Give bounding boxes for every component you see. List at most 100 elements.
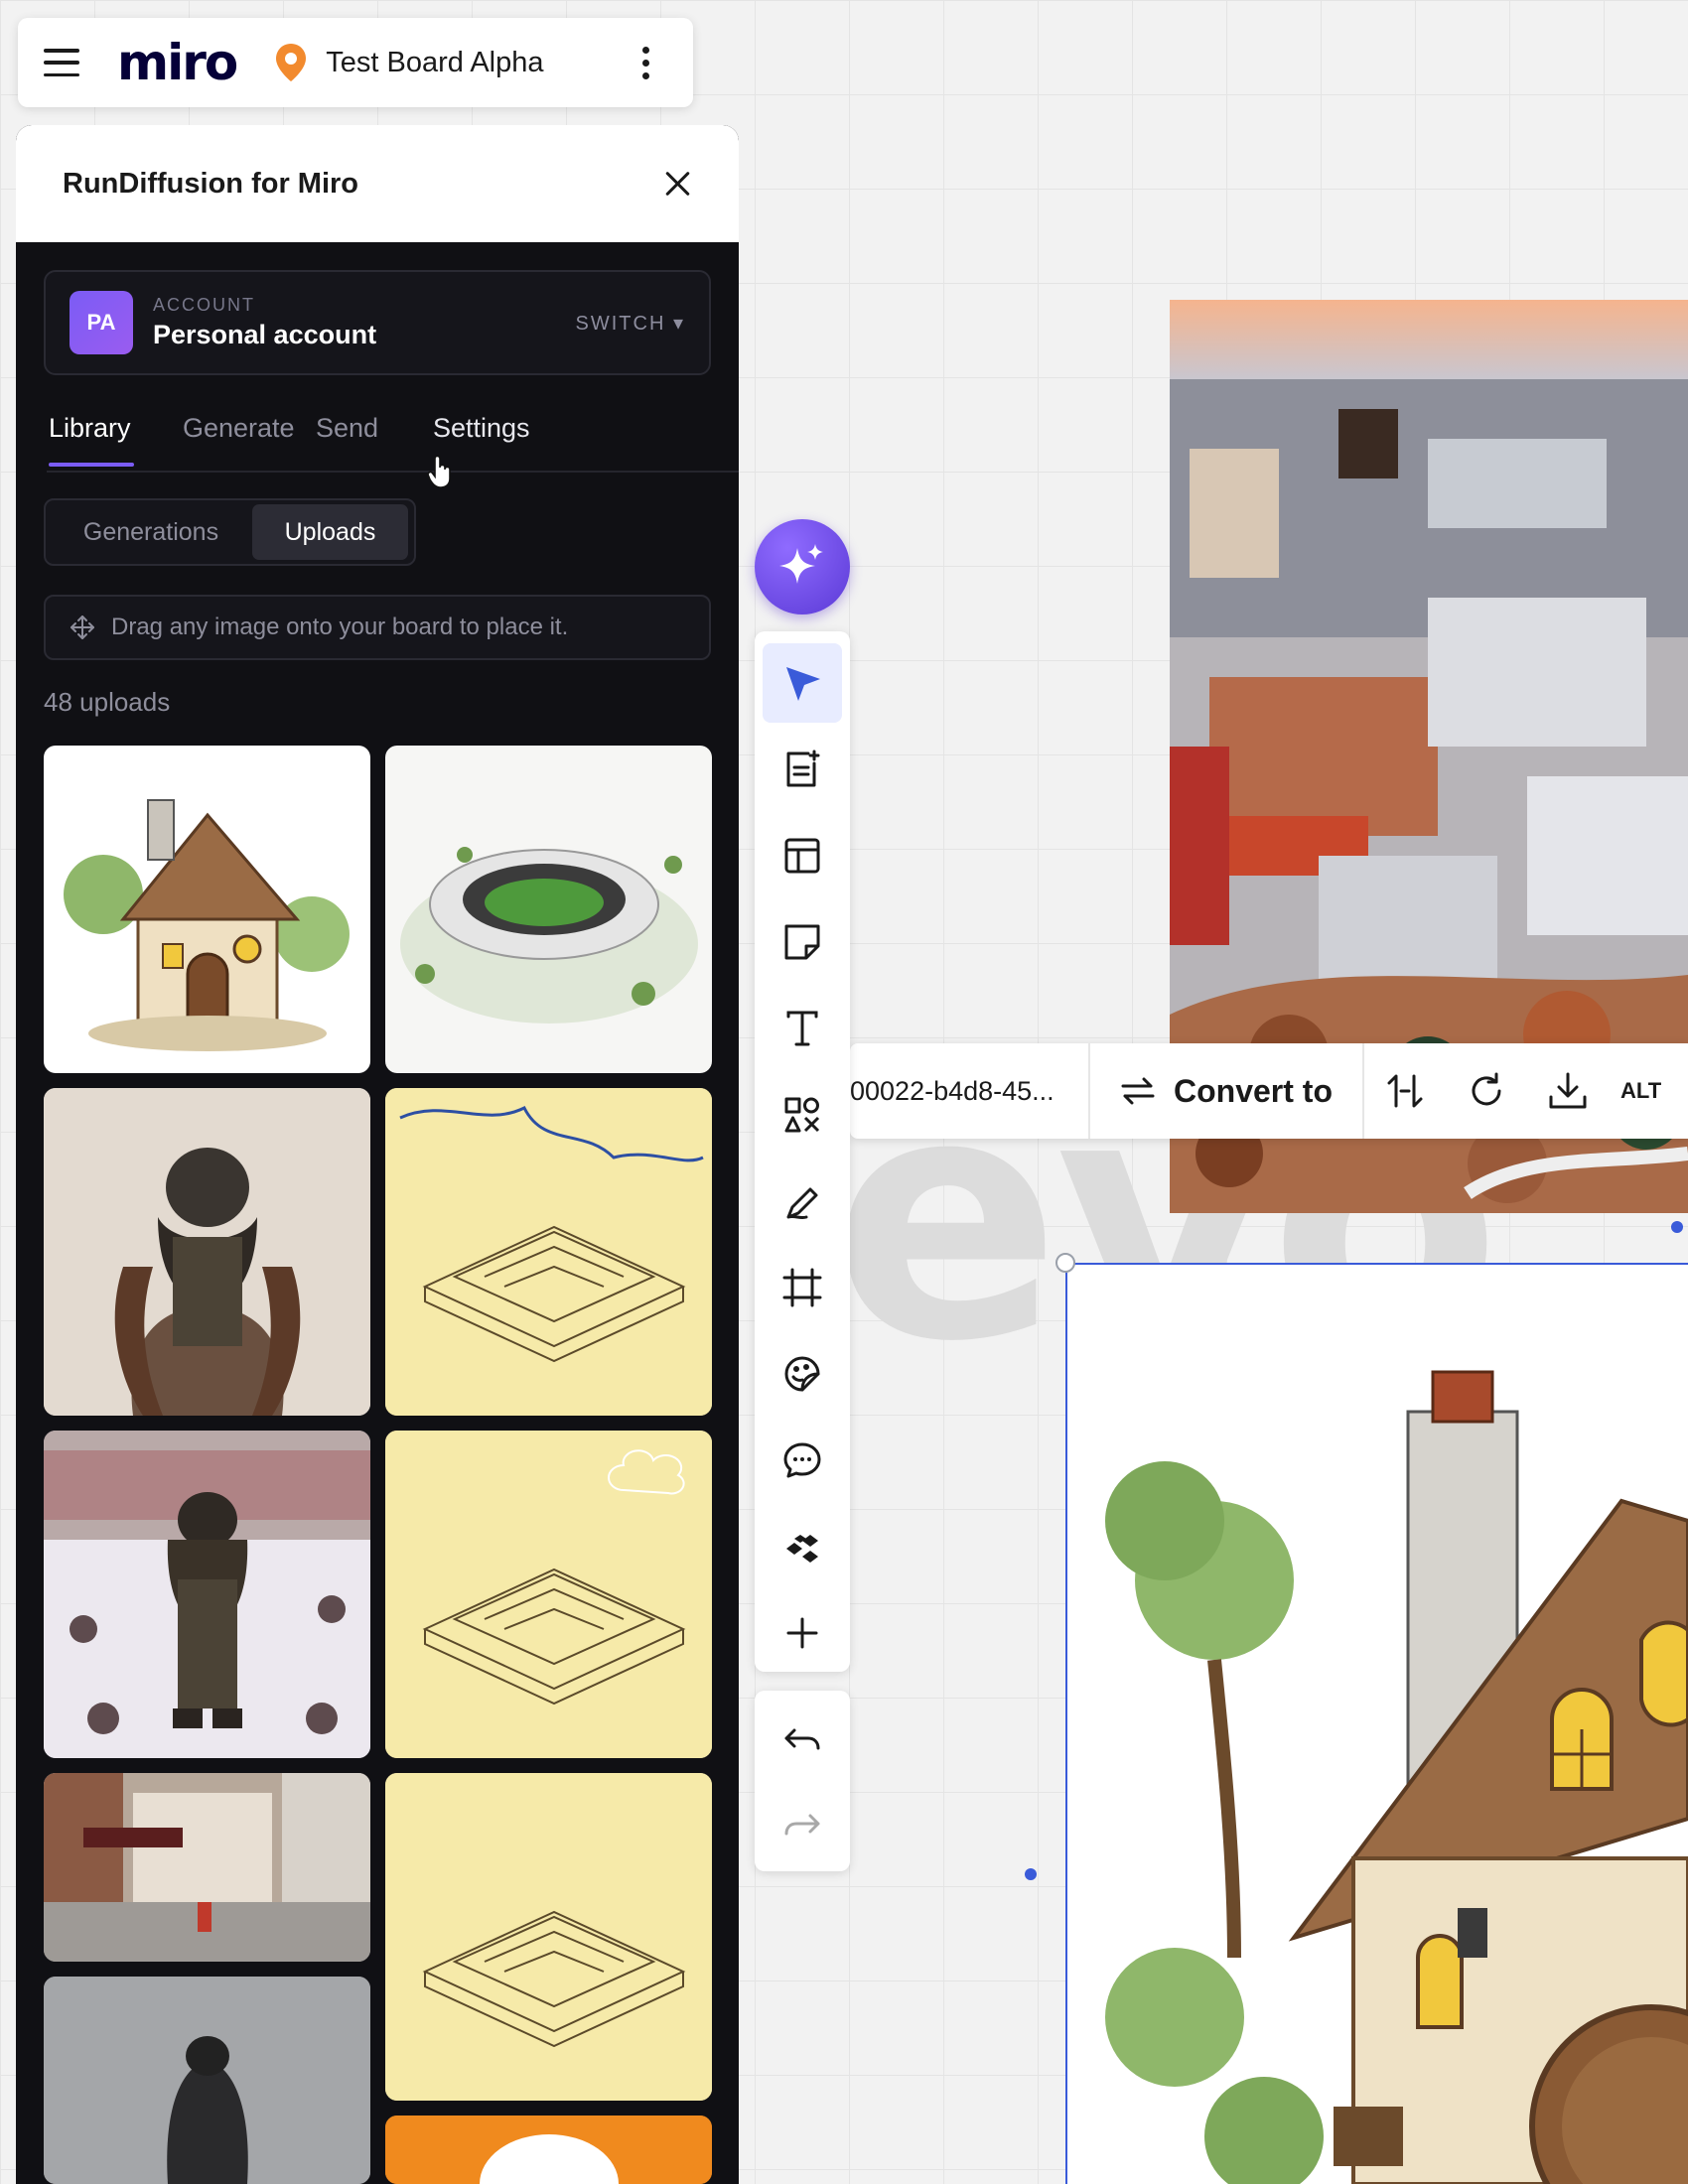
stadium-image (400, 847, 698, 1024)
templates-tool-button[interactable] (763, 816, 842, 895)
account-name: Personal account (153, 320, 377, 349)
upload-thumbnail-sketch-1[interactable] (385, 1088, 712, 1416)
pen-icon (786, 1187, 818, 1220)
image-context-toolbar: 00022-b4d8-45... Convert to ALT (850, 1043, 1688, 1139)
tab-generate[interactable]: Generate (183, 413, 295, 444)
cottage-large-image (1065, 1263, 1688, 2184)
sparkle-icon (779, 544, 823, 584)
library-segment-control: Generations Uploads (44, 498, 416, 566)
alt-text-button[interactable]: ALT (1609, 1078, 1661, 1104)
image-file-name[interactable]: 00022-b4d8-45... (850, 1076, 1088, 1107)
flip-button[interactable] (1364, 1043, 1446, 1139)
panel-title: RunDiffusion for Miro (63, 167, 359, 200)
more-tools-button[interactable] (763, 1593, 842, 1673)
sketch-image (385, 1773, 712, 2101)
more-options-icon[interactable] (642, 46, 667, 79)
dwarf-winter-image (44, 1431, 370, 1758)
tab-label: Library (49, 413, 131, 443)
avatar: PA (70, 291, 133, 354)
frame-tool-button[interactable] (763, 1248, 842, 1327)
close-icon[interactable] (664, 170, 692, 198)
redo-icon (784, 1814, 820, 1836)
board-top-bar: miro Test Board Alpha (18, 18, 693, 107)
tab-send[interactable]: Send (316, 413, 378, 444)
download-button[interactable] (1527, 1043, 1609, 1139)
document-add-icon (786, 750, 820, 787)
undo-icon (784, 1728, 820, 1750)
upload-thumbnail-orange[interactable] (385, 2116, 712, 2184)
convert-to-label: Convert to (1174, 1072, 1333, 1109)
segment-generations[interactable]: Generations (50, 504, 252, 560)
active-tab-indicator (49, 463, 134, 467)
select-tool-button[interactable] (763, 643, 842, 723)
cottage-image (64, 799, 350, 1051)
cursor-arrow-icon (786, 667, 820, 701)
redo-button[interactable] (763, 1786, 842, 1865)
panel-header: RunDiffusion for Miro (16, 125, 739, 242)
text-icon (786, 1011, 818, 1046)
upload-thumbnail-sketch-3[interactable] (385, 1773, 712, 2101)
undo-redo-bar (755, 1691, 850, 1871)
upload-thumbnail-street[interactable] (44, 1773, 370, 1962)
sticky-note-tool-button[interactable] (763, 902, 842, 982)
connection-dot[interactable] (1025, 1868, 1037, 1880)
hand-cursor-icon (427, 455, 451, 488)
undo-button[interactable] (763, 1701, 842, 1780)
apps-icon (786, 1535, 818, 1563)
upload-count: 48 uploads (44, 687, 171, 717)
pen-tool-button[interactable] (763, 1161, 842, 1241)
text-tool-button[interactable] (763, 989, 842, 1068)
panel-tabs: Library Generate Send Settings (47, 403, 739, 488)
creation-toolbar (755, 631, 850, 1672)
convert-to-button[interactable]: Convert to (1090, 1073, 1362, 1110)
account-label: ACCOUNT (153, 295, 255, 315)
ai-sparkle-button[interactable] (755, 519, 850, 614)
shapes-icon (784, 1097, 820, 1133)
orange-badge-image (385, 2116, 712, 2184)
sticker-icon (784, 1356, 820, 1392)
board-title[interactable]: Test Board Alpha (326, 47, 543, 79)
flip-vertical-icon (1387, 1074, 1423, 1108)
upload-thumbnail-cottage[interactable] (44, 746, 370, 1073)
gnome-image (44, 1977, 370, 2184)
add-note-tool-button[interactable] (763, 730, 842, 809)
sticker-tool-button[interactable] (763, 1334, 842, 1414)
frame-icon (782, 1268, 822, 1307)
rotate-button[interactable] (1446, 1043, 1527, 1139)
selection-border-left (1065, 1263, 1067, 2184)
connection-dot[interactable] (1671, 1221, 1683, 1233)
account-card: PA ACCOUNT Personal account SWITCH ▾ (44, 270, 711, 375)
swap-arrows-icon (1121, 1077, 1155, 1105)
upload-thumbnail-dwarf[interactable] (44, 1088, 370, 1416)
tab-library[interactable]: Library (49, 413, 134, 467)
miro-logo[interactable]: miro (117, 34, 238, 91)
move-icon (70, 615, 94, 639)
canvas-image-cottage[interactable] (1065, 1263, 1688, 2184)
rotate-icon (1472, 1072, 1501, 1106)
download-icon (1549, 1072, 1587, 1109)
layout-icon (784, 838, 820, 874)
upload-thumbnail-gnome-dark[interactable] (44, 1977, 370, 2184)
segment-uploads[interactable]: Uploads (252, 504, 408, 560)
upload-thumbnail-stadium[interactable] (385, 746, 712, 1073)
comment-icon (783, 1442, 821, 1478)
plus-icon (786, 1617, 818, 1649)
location-pin-icon (276, 44, 307, 81)
upload-thumbnail-sketch-2[interactable] (385, 1431, 712, 1758)
tab-settings[interactable]: Settings (433, 413, 530, 444)
resize-handle[interactable] (1055, 1253, 1075, 1273)
sketch-image (385, 1088, 712, 1416)
street-image (44, 1773, 370, 1962)
upload-thumbnail-dwarf-winter[interactable] (44, 1431, 370, 1758)
menu-icon[interactable] (44, 49, 79, 76)
drag-hint-text: Drag any image onto your board to place … (111, 614, 569, 640)
sticky-note-icon (784, 924, 820, 960)
comment-tool-button[interactable] (763, 1421, 842, 1500)
drag-hint: Drag any image onto your board to place … (44, 595, 711, 660)
selection-border-top (1065, 1263, 1688, 1265)
sketch-image (385, 1431, 712, 1758)
apps-tool-button[interactable] (763, 1507, 842, 1586)
dwarf-image (44, 1088, 370, 1416)
shapes-tool-button[interactable] (763, 1075, 842, 1155)
switch-account-button[interactable]: SWITCH ▾ (576, 311, 685, 336)
